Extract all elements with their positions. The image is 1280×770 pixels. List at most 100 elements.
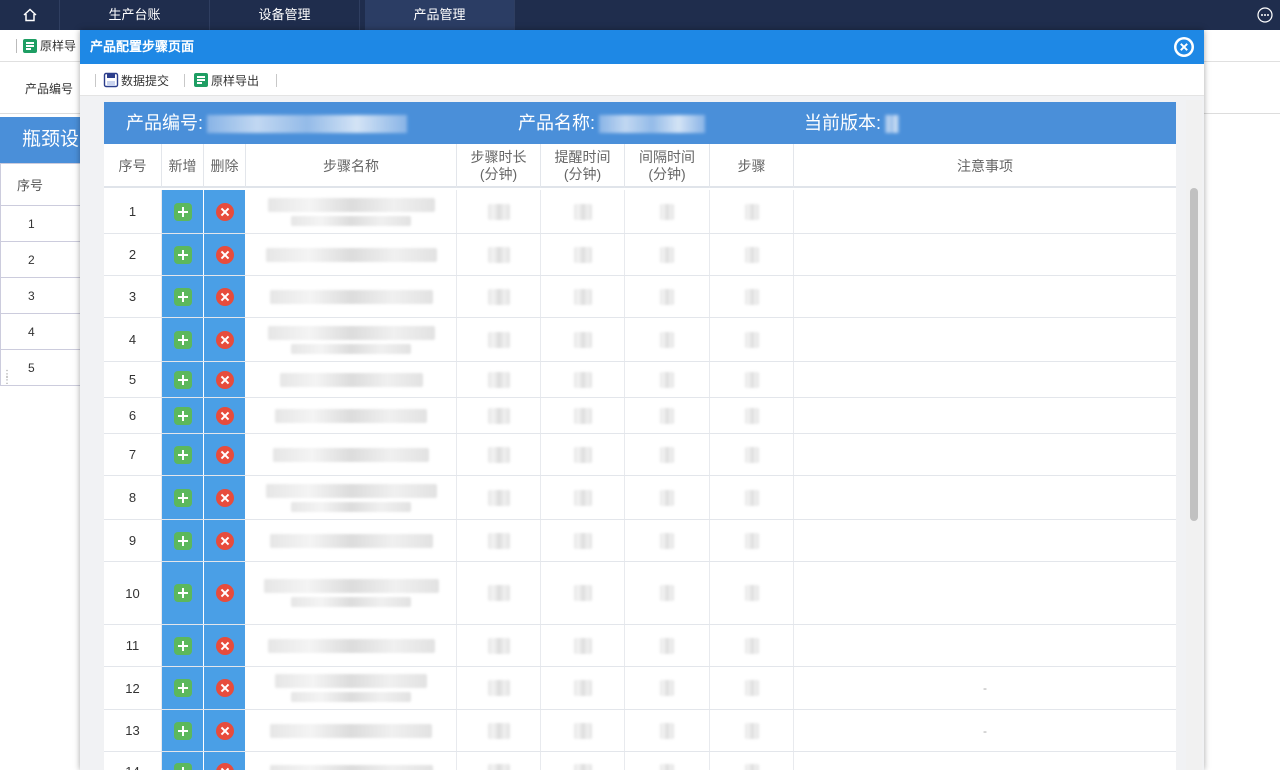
reminder-input[interactable] [541, 710, 625, 751]
step-name-input[interactable] [246, 625, 457, 666]
duration-input[interactable] [457, 625, 541, 666]
add-row-button[interactable] [162, 562, 204, 624]
step-input[interactable] [710, 667, 794, 709]
table-row[interactable]: 2 [0, 242, 82, 278]
step-name-input[interactable] [246, 398, 457, 433]
interval-input[interactable] [625, 190, 710, 233]
table-row[interactable]: 1 [0, 206, 82, 242]
step-input[interactable] [710, 398, 794, 433]
notes-input[interactable] [794, 362, 1176, 397]
delete-row-button[interactable] [204, 276, 246, 317]
reminder-input[interactable] [541, 190, 625, 233]
interval-input[interactable] [625, 476, 710, 519]
tab-equipment-management[interactable]: 设备管理 [210, 0, 360, 30]
duration-input[interactable] [457, 234, 541, 275]
step-name-input[interactable] [246, 562, 457, 624]
add-row-button[interactable] [162, 190, 204, 233]
duration-input[interactable] [457, 752, 541, 770]
notes-input[interactable] [794, 752, 1176, 770]
interval-input[interactable] [625, 667, 710, 709]
step-name-input[interactable] [246, 234, 457, 275]
step-input[interactable] [710, 710, 794, 751]
step-name-input[interactable] [246, 190, 457, 233]
reminder-input[interactable] [541, 752, 625, 770]
delete-row-button[interactable] [204, 520, 246, 561]
notes-input[interactable] [794, 520, 1176, 561]
delete-row-button[interactable] [204, 667, 246, 709]
step-name-input[interactable] [246, 362, 457, 397]
notes-input[interactable]: - [794, 710, 1176, 751]
notes-input[interactable] [794, 476, 1176, 519]
step-name-input[interactable] [246, 710, 457, 751]
table-row[interactable]: 3 [0, 278, 82, 314]
reminder-input[interactable] [541, 562, 625, 624]
close-button[interactable] [1174, 37, 1194, 57]
step-input[interactable] [710, 276, 794, 317]
interval-input[interactable] [625, 362, 710, 397]
interval-input[interactable] [625, 398, 710, 433]
notes-input[interactable]: - [794, 667, 1176, 709]
notes-input[interactable] [794, 190, 1176, 233]
delete-row-button[interactable] [204, 318, 246, 361]
delete-row-button[interactable] [204, 752, 246, 770]
delete-row-button[interactable] [204, 190, 246, 233]
duration-input[interactable] [457, 318, 541, 361]
notes-input[interactable] [794, 234, 1176, 275]
step-input[interactable] [710, 190, 794, 233]
duration-input[interactable] [457, 667, 541, 709]
notes-input[interactable] [794, 562, 1176, 624]
reminder-input[interactable] [541, 625, 625, 666]
add-row-button[interactable] [162, 520, 204, 561]
reminder-input[interactable] [541, 398, 625, 433]
duration-input[interactable] [457, 362, 541, 397]
notes-input[interactable] [794, 398, 1176, 433]
add-row-button[interactable] [162, 667, 204, 709]
notes-input[interactable] [794, 276, 1176, 317]
delete-row-button[interactable] [204, 625, 246, 666]
export-as-is-button[interactable]: 原样导出 [193, 70, 259, 90]
reminder-input[interactable] [541, 476, 625, 519]
duration-input[interactable] [457, 520, 541, 561]
duration-input[interactable] [457, 562, 541, 624]
step-name-input[interactable] [246, 434, 457, 475]
step-input[interactable] [710, 318, 794, 361]
resize-grip-icon[interactable]: ⋮ ⋮ [2, 370, 12, 386]
reminder-input[interactable] [541, 667, 625, 709]
step-input[interactable] [710, 562, 794, 624]
interval-input[interactable] [625, 234, 710, 275]
interval-input[interactable] [625, 276, 710, 317]
step-input[interactable] [710, 234, 794, 275]
interval-input[interactable] [625, 625, 710, 666]
add-row-button[interactable] [162, 362, 204, 397]
step-input[interactable] [710, 625, 794, 666]
step-input[interactable] [710, 362, 794, 397]
step-input[interactable] [710, 434, 794, 475]
step-name-input[interactable] [246, 520, 457, 561]
step-name-input[interactable] [246, 318, 457, 361]
notes-input[interactable] [794, 625, 1176, 666]
tab-production-ledger[interactable]: 生产台账 [60, 0, 210, 30]
delete-row-button[interactable] [204, 710, 246, 751]
reminder-input[interactable] [541, 276, 625, 317]
submit-data-button[interactable]: 数据提交 [103, 70, 169, 90]
add-row-button[interactable] [162, 434, 204, 475]
add-row-button[interactable] [162, 476, 204, 519]
delete-row-button[interactable] [204, 398, 246, 433]
interval-input[interactable] [625, 710, 710, 751]
step-name-input[interactable] [246, 276, 457, 317]
home-button[interactable] [0, 0, 60, 30]
delete-row-button[interactable] [204, 434, 246, 475]
delete-row-button[interactable] [204, 234, 246, 275]
step-name-input[interactable] [246, 752, 457, 770]
duration-input[interactable] [457, 434, 541, 475]
tab-product-management[interactable]: 产品管理 [365, 0, 515, 30]
duration-input[interactable] [457, 476, 541, 519]
step-input[interactable] [710, 520, 794, 561]
add-row-button[interactable] [162, 318, 204, 361]
delete-row-button[interactable] [204, 362, 246, 397]
interval-input[interactable] [625, 318, 710, 361]
add-row-button[interactable] [162, 234, 204, 275]
interval-input[interactable] [625, 562, 710, 624]
step-input[interactable] [710, 476, 794, 519]
step-input[interactable] [710, 752, 794, 770]
